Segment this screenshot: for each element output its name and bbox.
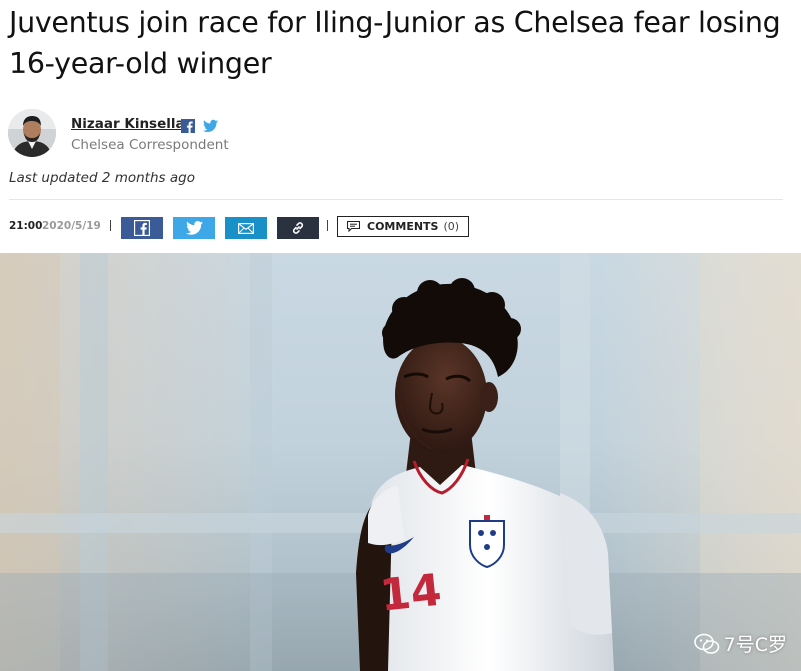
meta-divider bbox=[9, 199, 783, 200]
separator bbox=[327, 220, 328, 231]
share-twitter-button[interactable] bbox=[173, 217, 215, 239]
facebook-icon bbox=[134, 220, 150, 236]
facebook-icon[interactable] bbox=[181, 118, 195, 133]
comment-bubble-icon bbox=[347, 221, 360, 232]
comments-button[interactable]: COMMENTS (0) bbox=[337, 216, 469, 237]
share-link-button[interactable] bbox=[277, 217, 319, 239]
comments-count: (0) bbox=[443, 220, 460, 233]
share-email-button[interactable] bbox=[225, 217, 267, 239]
author-photo bbox=[8, 109, 56, 157]
wechat-icon bbox=[693, 633, 719, 654]
player-photo: 14 bbox=[0, 253, 801, 671]
twitter-icon bbox=[185, 221, 203, 235]
svg-text:14: 14 bbox=[378, 565, 444, 622]
share-facebook-button[interactable] bbox=[121, 217, 163, 239]
twitter-icon[interactable] bbox=[203, 118, 218, 132]
author-role: Chelsea Correspondent bbox=[71, 137, 229, 153]
author-avatar[interactable] bbox=[8, 109, 56, 157]
article-headline: Juventus join race for Iling-Junior as C… bbox=[9, 2, 794, 84]
separator bbox=[110, 220, 111, 231]
publish-time: 21:00 bbox=[9, 220, 43, 232]
author-name-link[interactable]: Nizaar Kinsella bbox=[71, 116, 185, 132]
publish-date: 2020/5/19 bbox=[42, 220, 101, 232]
last-updated: Last updated 2 months ago bbox=[9, 170, 195, 186]
headline-line-2: 16-year-old winger bbox=[9, 47, 272, 80]
link-icon bbox=[292, 222, 304, 234]
comments-label: COMMENTS bbox=[367, 220, 439, 233]
email-icon bbox=[238, 222, 254, 234]
headline-line-1: Juventus join race for Iling-Junior as C… bbox=[9, 6, 781, 39]
hero-image: 14 7号C罗 bbox=[0, 253, 801, 671]
watermark-text: 7号C罗 bbox=[723, 634, 787, 656]
watermark: 7号C罗 bbox=[693, 630, 787, 657]
